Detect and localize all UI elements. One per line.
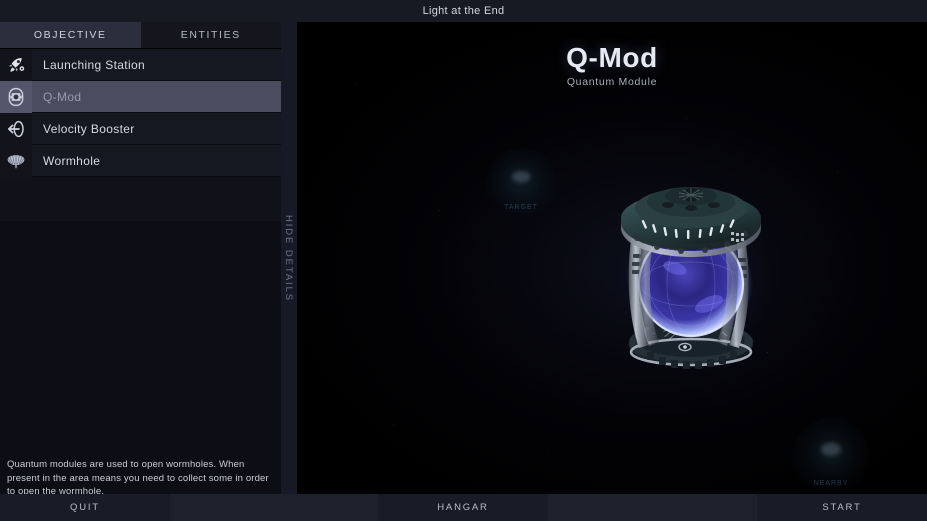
action-bar: QUIT HANGAR START — [0, 494, 927, 521]
q-mod-model — [558, 126, 828, 423]
start-button-label: START — [822, 502, 862, 513]
booster-icon — [0, 112, 32, 145]
background-marker-core — [511, 171, 531, 183]
entity-list: Launching Station Q-Mod Velocity Booster… — [0, 48, 281, 177]
module-icon — [0, 80, 32, 113]
rocket-icon — [0, 48, 32, 81]
preview-viewport: TARGET NEARBY Q-Mod Quantum Module — [297, 22, 927, 494]
start-button[interactable]: START — [757, 494, 927, 521]
hangar-button[interactable]: HANGAR — [378, 494, 548, 521]
page-subtitle: Quantum Module — [566, 76, 658, 88]
background-marker-core — [820, 442, 842, 456]
entity-description: Quantum modules are used to open wormhol… — [7, 459, 269, 497]
background-marker: NEARBY — [792, 418, 870, 494]
hide-details-toggle[interactable]: HIDE DETAILS — [281, 22, 297, 494]
list-item-label: Velocity Booster — [43, 121, 135, 136]
hangar-button-label: HANGAR — [437, 502, 489, 513]
description-pane: Quantum modules are used to open wormhol… — [0, 221, 281, 497]
details-panel: OBJECTIVE ENTITIES Launching Station Q-M… — [0, 22, 281, 497]
tab-entities-label: ENTITIES — [180, 29, 241, 41]
list-item-wormhole[interactable]: Wormhole — [0, 144, 281, 177]
list-item-velocity-booster[interactable]: Velocity Booster — [0, 112, 281, 145]
tab-objective-label: OBJECTIVE — [33, 29, 107, 41]
window-title: Light at the End — [422, 5, 505, 17]
list-item-label: Launching Station — [43, 57, 146, 72]
action-bar-spacer-right — [548, 494, 757, 521]
quit-button-label: QUIT — [70, 502, 100, 513]
detail-header: Q-Mod Quantum Module — [297, 42, 927, 88]
game-screen: Light at the End OBJECTIVE ENTITIES Laun… — [0, 0, 927, 521]
wormhole-icon — [0, 144, 32, 177]
list-item-launching-station[interactable]: Launching Station — [0, 48, 281, 81]
window-title-bar: Light at the End — [0, 0, 927, 22]
background-marker: TARGET — [485, 148, 557, 220]
background-marker-label: NEARBY — [813, 479, 849, 487]
list-item-q-mod[interactable]: Q-Mod — [0, 80, 281, 113]
quit-button[interactable]: QUIT — [0, 494, 170, 521]
action-bar-spacer-left — [170, 494, 378, 521]
list-item-label: Wormhole — [43, 153, 101, 168]
list-item-label: Q-Mod — [43, 89, 82, 104]
tab-objective[interactable]: OBJECTIVE — [0, 22, 141, 49]
background-marker-label: TARGET — [504, 204, 538, 212]
page-title: Q-Mod — [566, 42, 658, 73]
panel-tabs: OBJECTIVE ENTITIES — [0, 22, 281, 49]
hide-details-label: HIDE DETAILS — [283, 214, 295, 302]
tab-entities[interactable]: ENTITIES — [140, 22, 281, 49]
